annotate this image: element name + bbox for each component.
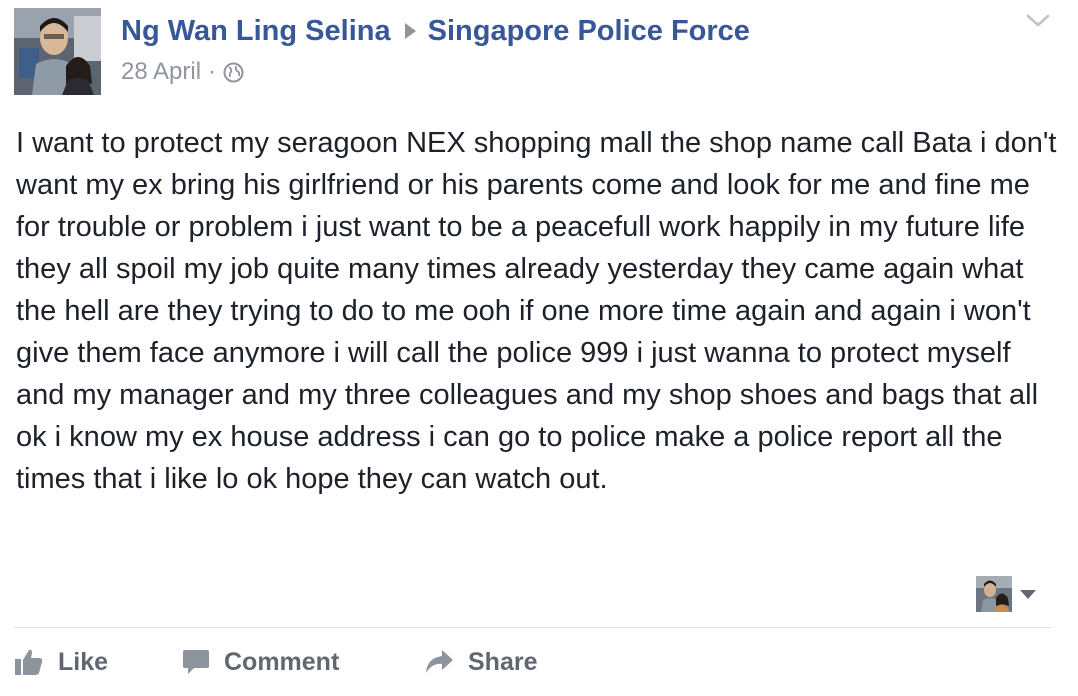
action-divider: [14, 627, 1051, 628]
avatar-photo: [14, 8, 101, 95]
post-meta: 28 April ·: [121, 56, 244, 88]
comment-button[interactable]: Comment: [182, 648, 424, 677]
comment-bubble-icon: [183, 650, 209, 674]
comment-label: Comment: [224, 647, 340, 676]
post-date-link[interactable]: 28 April: [121, 58, 201, 86]
mini-avatar: [976, 576, 1012, 612]
like-label: Like: [58, 647, 109, 676]
arrow-right-icon: [404, 23, 416, 39]
post-body-text: I want to protect my seragoon NEX shoppi…: [16, 127, 1057, 495]
share-label: Share: [468, 647, 538, 676]
post-actions: Like Comment Share: [14, 640, 537, 684]
share-button[interactable]: Share: [424, 648, 537, 677]
post-as-selector[interactable]: [976, 576, 1036, 612]
caret-down-icon: [1020, 589, 1036, 599]
share-arrow-icon: [426, 650, 453, 673]
post-header-line: Ng Wan Ling Selina Singapore Police Forc…: [121, 11, 750, 51]
facebook-post: Ng Wan Ling Selina Singapore Police Forc…: [0, 0, 1078, 696]
globe-icon[interactable]: [223, 62, 244, 83]
author-name-link[interactable]: Ng Wan Ling Selina: [121, 15, 391, 48]
target-page-link[interactable]: Singapore Police Force: [428, 15, 750, 48]
chevron-down-icon[interactable]: [1025, 12, 1051, 30]
thumbs-up-icon: [15, 649, 43, 675]
meta-separator: ·: [208, 58, 217, 85]
like-button[interactable]: Like: [14, 648, 182, 677]
author-avatar[interactable]: [14, 8, 101, 95]
